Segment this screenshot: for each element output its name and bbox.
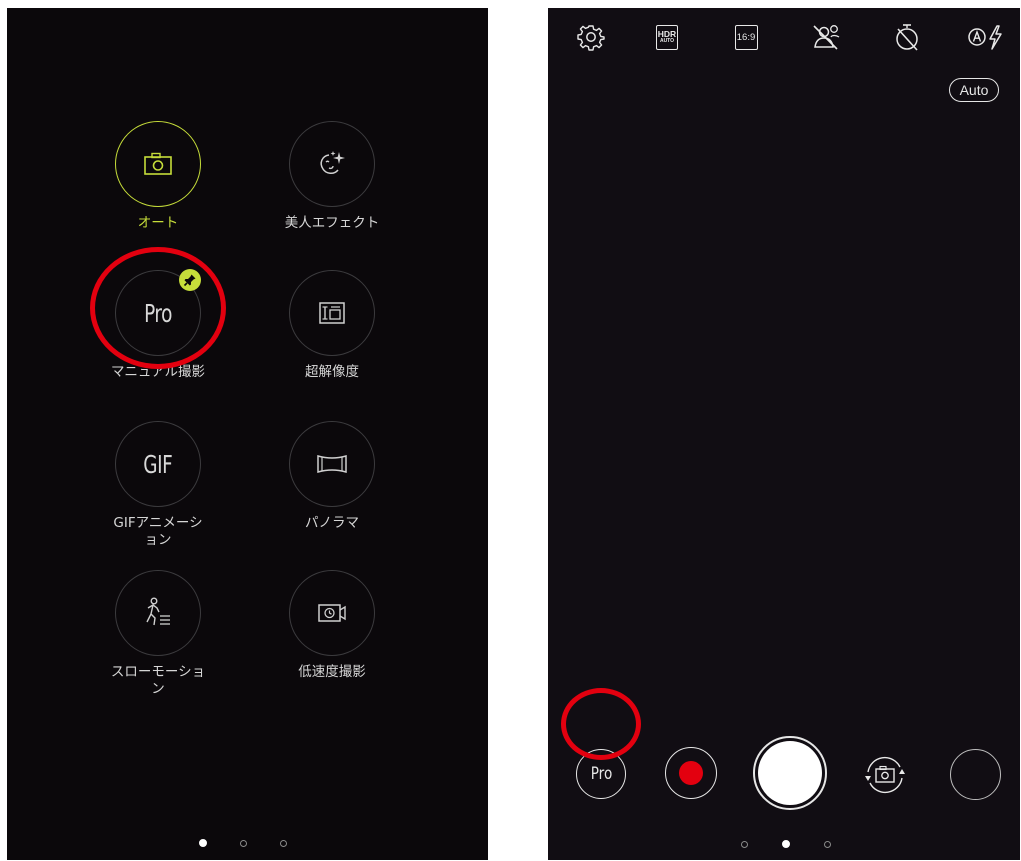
page-dot[interactable] <box>240 839 247 847</box>
mode-gif[interactable]: GIF GIFアニメーション <box>88 421 228 549</box>
pro-glyph: Pro <box>144 298 172 328</box>
flash-button[interactable] <box>966 22 1008 52</box>
timer-off-icon <box>896 24 918 51</box>
aspect-ratio-label: 16:9 <box>736 31 756 43</box>
mode-slow-motion[interactable]: スローモーション <box>88 570 228 698</box>
record-video-button[interactable] <box>665 747 717 799</box>
panorama-icon <box>317 455 347 473</box>
mode-auto-button[interactable] <box>115 121 201 207</box>
mode-super-resolution-button[interactable] <box>289 270 375 356</box>
hdr-button[interactable]: HDR AUTO <box>652 22 682 52</box>
gallery-thumbnail-button[interactable] <box>950 749 1001 800</box>
mode-panorama-button[interactable] <box>289 421 375 507</box>
shutter-inner <box>758 741 822 805</box>
page-dot[interactable] <box>280 839 287 847</box>
page-indicator[interactable] <box>741 840 831 848</box>
face-detection-button[interactable] <box>812 22 842 52</box>
mode-label: スローモーション <box>110 664 206 697</box>
mode-label: 低速度撮影 <box>298 664 366 680</box>
mode-label: マニュアル撮影 <box>110 364 206 380</box>
screenshot-page: オート 美人エフェクト Pro マニュアル撮影 超解像度 GIF GIFアニメー… <box>0 0 1021 861</box>
page-dot-active[interactable] <box>782 840 790 848</box>
hdr-label: HDR <box>657 28 677 39</box>
aspect-ratio-icon: 16:9 <box>734 24 758 50</box>
camera-icon <box>144 152 172 175</box>
aspect-ratio-button[interactable]: 16:9 <box>731 22 761 52</box>
time-lapse-icon <box>318 604 346 622</box>
pro-label: Pro <box>590 764 612 784</box>
gear-icon <box>577 25 605 51</box>
mode-label: 超解像度 <box>305 364 359 380</box>
record-dot-icon <box>679 761 703 785</box>
mode-super-resolution[interactable]: 超解像度 <box>262 270 402 381</box>
mode-label: GIFアニメーション <box>113 515 203 548</box>
switch-camera-button[interactable] <box>862 752 908 798</box>
mode-label: 美人エフェクト <box>284 215 380 231</box>
hdr-auto-label: AUTO <box>659 38 675 45</box>
page-indicator[interactable] <box>199 839 287 847</box>
mode-beauty[interactable]: 美人エフェクト <box>262 121 402 232</box>
page-dot[interactable] <box>741 840 748 848</box>
super-resolution-icon <box>319 302 345 324</box>
mode-label: パノラマ <box>305 515 359 531</box>
gif-glyph: GIF <box>143 449 173 479</box>
shutter-button[interactable] <box>753 736 827 810</box>
mode-time-lapse-button[interactable] <box>289 570 375 656</box>
pin-icon <box>183 274 196 287</box>
timer-button[interactable] <box>892 22 922 52</box>
mode-manual-pro[interactable]: Pro マニュアル撮影 <box>88 269 228 381</box>
camera-mode-menu: オート 美人エフェクト Pro マニュアル撮影 超解像度 GIF GIFアニメー… <box>7 8 488 860</box>
camera-viewfinder: HDR AUTO 16:9 Auto Pro <box>548 8 1020 860</box>
beauty-sparkle-icon <box>320 151 345 174</box>
pin-badge[interactable] <box>179 269 201 291</box>
scene-mode-badge[interactable]: Auto <box>949 78 999 102</box>
mode-label: オート <box>137 215 179 231</box>
mode-beauty-button[interactable] <box>289 121 375 207</box>
slow-motion-icon <box>146 597 170 626</box>
mode-slow-motion-button[interactable] <box>115 570 201 656</box>
mode-gif-button[interactable]: GIF <box>115 421 201 507</box>
mode-pro-button[interactable]: Pro <box>115 269 201 356</box>
page-dot-active[interactable] <box>199 839 207 847</box>
mode-panorama[interactable]: パノラマ <box>262 421 402 532</box>
page-dot[interactable] <box>824 840 831 848</box>
pro-mode-button[interactable]: Pro <box>576 749 626 799</box>
mode-auto[interactable]: オート <box>88 121 228 232</box>
mode-time-lapse[interactable]: 低速度撮影 <box>262 570 402 681</box>
switch-camera-icon <box>865 756 905 794</box>
hdr-auto-icon: HDR AUTO <box>656 24 678 50</box>
flash-auto-icon <box>968 25 1002 50</box>
settings-button[interactable] <box>576 22 606 52</box>
face-detection-off-icon <box>813 25 840 50</box>
